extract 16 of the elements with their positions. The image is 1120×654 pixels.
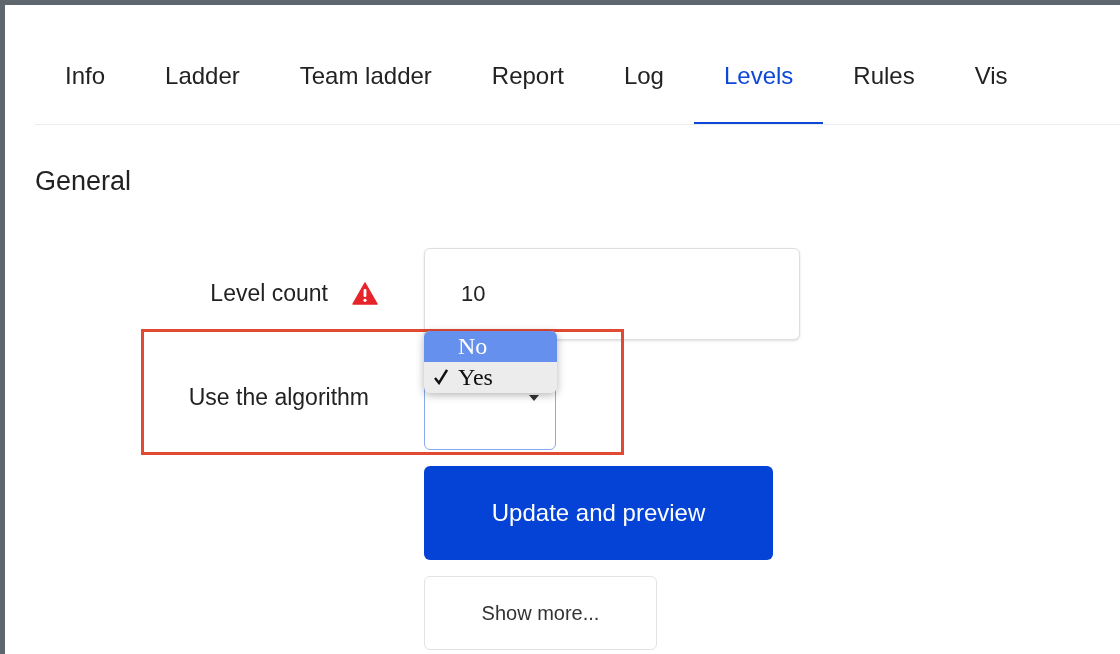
tab[interactable]: Rules (823, 30, 945, 124)
tab[interactable]: Ladder (135, 30, 270, 124)
tab[interactable]: Info (35, 30, 136, 124)
input-field[interactable]: 10 (424, 247, 800, 340)
field-label: Level count (210, 279, 328, 309)
field-label: Use the algorithm (188, 383, 369, 413)
tab[interactable]: Team ladder (269, 30, 462, 124)
dropdown-option[interactable]: Yes (424, 361, 557, 393)
tab[interactable]: Log (593, 30, 694, 124)
tab[interactable]: Report (461, 30, 594, 124)
tab[interactable]: Vis (944, 30, 1038, 124)
show-more-button[interactable]: Show more... (424, 575, 657, 650)
update-button[interactable]: Update and preview (424, 465, 773, 560)
section-heading: General (35, 165, 133, 198)
tab[interactable]: Levels (693, 30, 824, 124)
check-icon (434, 369, 448, 385)
